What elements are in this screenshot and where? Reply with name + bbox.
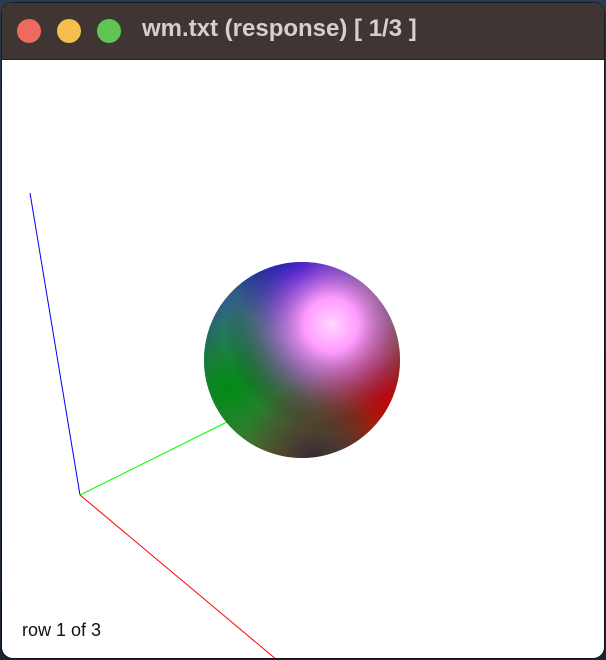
x-axis-line bbox=[79, 494, 276, 658]
z-axis-line bbox=[29, 192, 81, 496]
window-title: wm.txt (response) [ 1/3 ] bbox=[142, 15, 417, 42]
rgb-sphere[interactable] bbox=[204, 262, 400, 458]
zoom-button[interactable] bbox=[97, 19, 121, 43]
3d-viewport[interactable]: row 1 of 3 bbox=[2, 60, 604, 658]
window-titlebar[interactable]: wm.txt (response) [ 1/3 ] bbox=[2, 3, 604, 60]
y-axis-line bbox=[79, 421, 228, 496]
plot-window: wm.txt (response) [ 1/3 ] row 1 of 3 bbox=[2, 3, 604, 658]
minimize-button[interactable] bbox=[57, 19, 81, 43]
scene-svg bbox=[29, 192, 400, 658]
row-status-text: row 1 of 3 bbox=[22, 620, 102, 640]
close-button[interactable] bbox=[17, 19, 41, 43]
